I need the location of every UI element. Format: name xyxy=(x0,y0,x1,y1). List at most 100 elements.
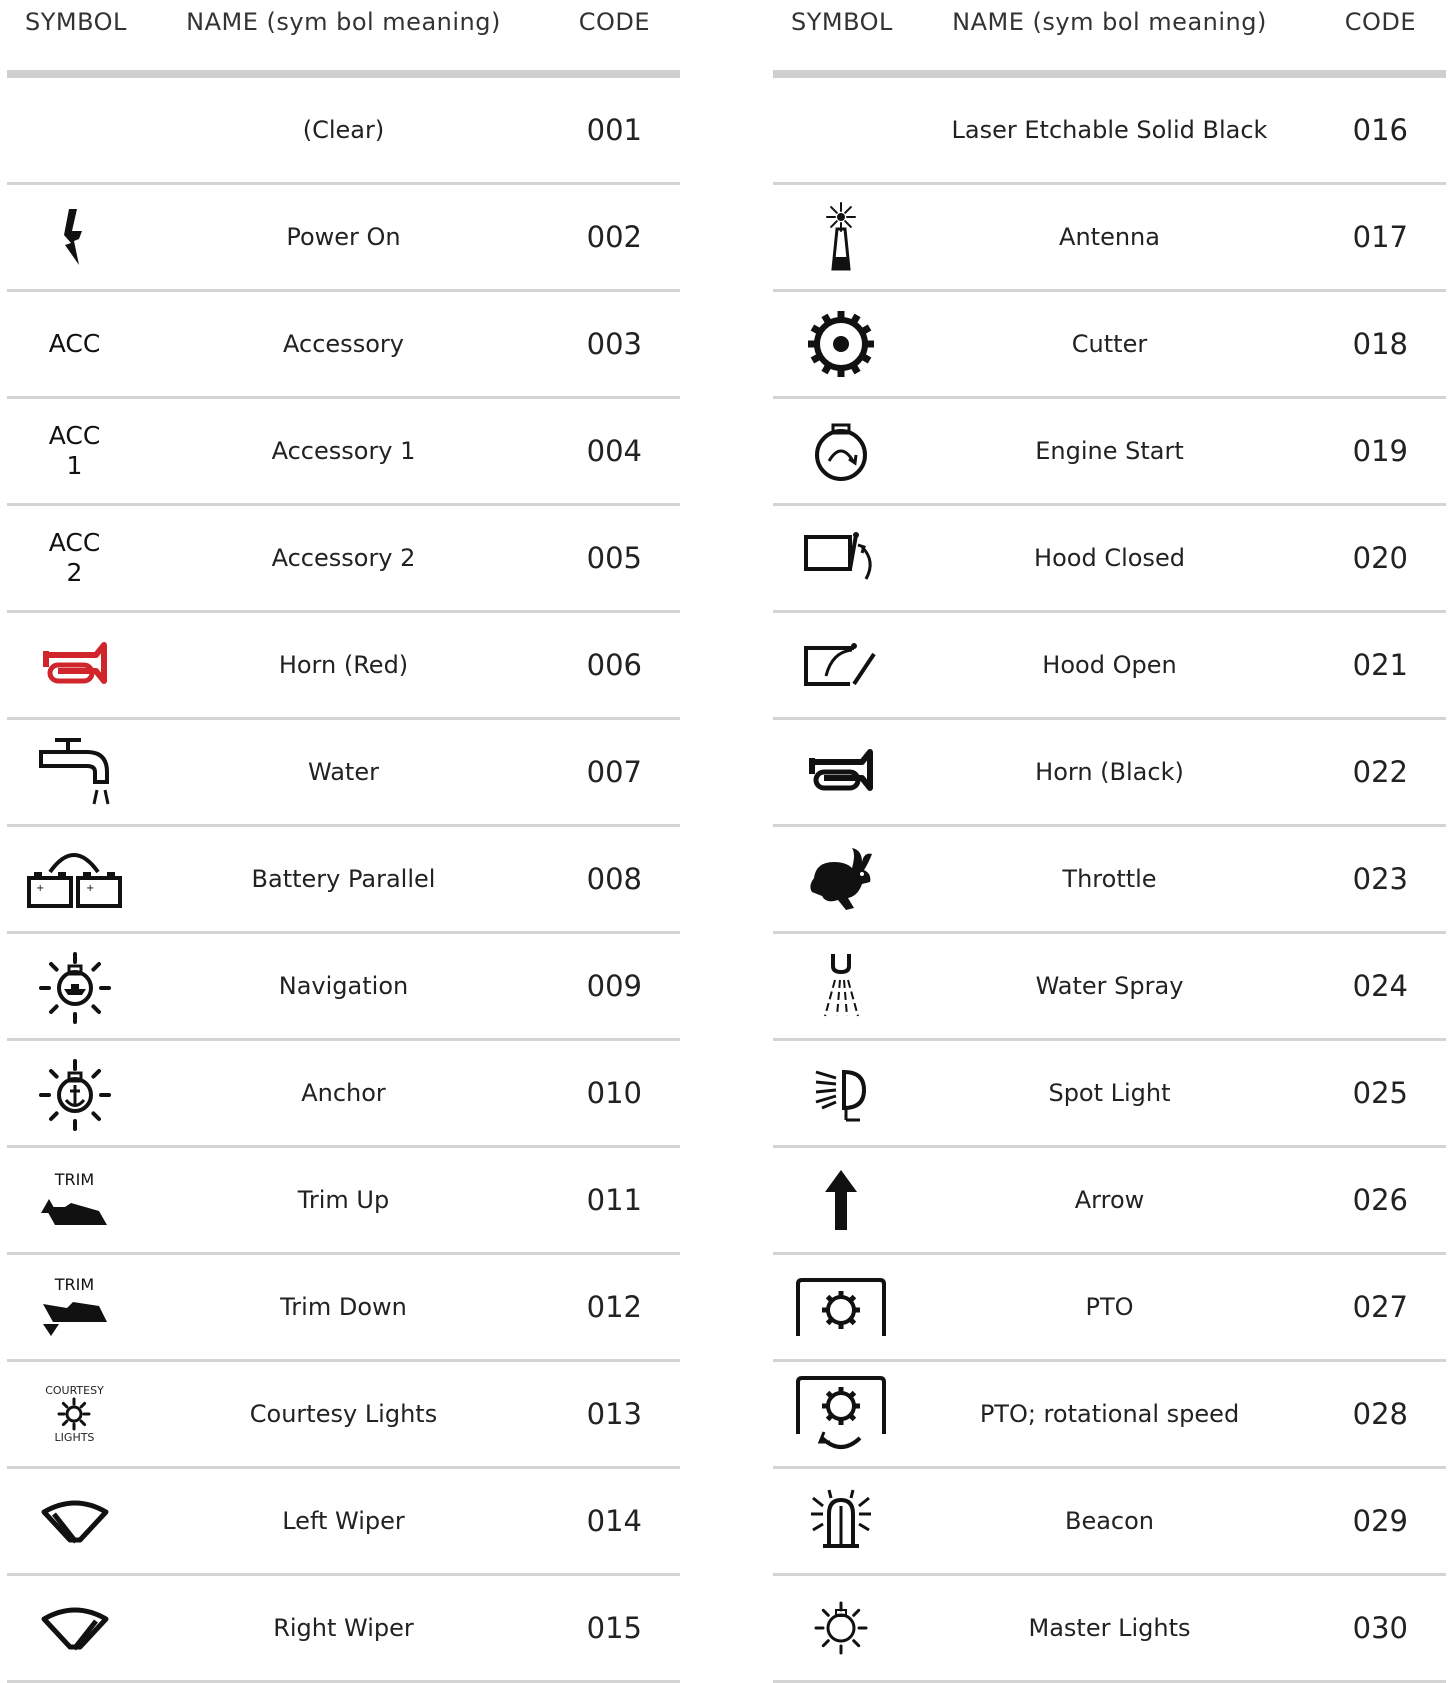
table-row: Master Lights 030 xyxy=(773,1576,1446,1683)
symbol-cell xyxy=(7,720,142,824)
table-row: Anchor 010 xyxy=(7,1041,680,1148)
table-row: Horn (Black) 022 xyxy=(773,720,1446,827)
symbol-cell xyxy=(773,934,908,1038)
symbol-code: 008 xyxy=(586,862,642,896)
table-row: Spot Light 025 xyxy=(773,1041,1446,1148)
symbol-label-sub: 1 xyxy=(66,451,83,480)
table-rows: Laser Etchable Solid Black 016 Antenna 017… xyxy=(773,78,1446,1683)
svg-text:+: + xyxy=(36,883,44,894)
symbol-cell: ACC xyxy=(7,292,142,396)
arrow-up-icon xyxy=(821,1168,861,1232)
right-wiper-icon xyxy=(40,1605,110,1651)
table-row: (Clear) 001 xyxy=(7,78,680,185)
table-header: SYMBOL NAME (sym bol meaning) CODE xyxy=(773,0,1446,70)
symbol-label-main: ACC xyxy=(48,528,101,557)
table-row: Accessory 1 ACC 1 004 xyxy=(7,399,680,506)
symbol-code: 023 xyxy=(1352,862,1408,896)
table-row: Antenna 017 xyxy=(773,185,1446,292)
symbol-cell xyxy=(7,185,142,289)
master-lights-icon xyxy=(811,1598,871,1658)
symbol-code: 004 xyxy=(586,434,642,468)
table-row: Trim Down TRIM 012 xyxy=(7,1255,680,1362)
symbol-code: 029 xyxy=(1352,1504,1408,1538)
symbol-code: 015 xyxy=(586,1611,642,1645)
symbol-code: 009 xyxy=(586,969,642,1003)
table-row: Accessory 2 ACC 2 005 xyxy=(7,506,680,613)
symbol-cell xyxy=(773,185,908,289)
symbol-code: 022 xyxy=(1352,755,1408,789)
table-header: SYMBOL NAME (sym bol meaning) CODE xyxy=(7,0,680,70)
table-rows: (Clear) 001 Power On 002 Accessory ACC 003 Acce… xyxy=(7,78,680,1683)
lights-label: LIGHTS xyxy=(54,1431,95,1444)
table-row: Power On 002 xyxy=(7,185,680,292)
symbol-cell: TRIM xyxy=(7,1148,142,1252)
symbol-cell xyxy=(773,1041,908,1145)
symbol-code: 028 xyxy=(1352,1397,1408,1431)
code-column-header: CODE xyxy=(578,8,650,36)
trim-label: TRIM xyxy=(54,1170,95,1189)
header-divider xyxy=(773,70,1446,78)
symbol-cell xyxy=(773,613,908,717)
horn-icon xyxy=(808,748,874,796)
table-row: Right Wiper 015 xyxy=(7,1576,680,1683)
symbol-code: 018 xyxy=(1352,327,1408,361)
pto-rotational-icon xyxy=(794,1374,888,1454)
symbol-code: 019 xyxy=(1352,434,1408,468)
table-row: Hood Closed 020 xyxy=(773,506,1446,613)
cutter-icon xyxy=(805,308,877,380)
symbol-code: 014 xyxy=(586,1504,642,1538)
anchor-light-icon xyxy=(37,1055,113,1131)
horn-icon xyxy=(42,641,108,689)
symbol-code: 024 xyxy=(1352,969,1408,1003)
header-divider xyxy=(7,70,680,78)
symbol-code: 017 xyxy=(1352,220,1408,254)
table-row: Battery Parallel + +008 xyxy=(7,827,680,934)
symbol-cell xyxy=(773,1148,908,1252)
symbol-cell xyxy=(773,399,908,503)
symbol-code: 027 xyxy=(1352,1290,1408,1324)
symbol-code: 010 xyxy=(586,1076,642,1110)
antenna-icon xyxy=(821,201,861,273)
symbol-cell xyxy=(773,506,908,610)
svg-text:+: + xyxy=(86,883,94,894)
table-row: Accessory ACC 003 xyxy=(7,292,680,399)
table-row: Courtesy Lights COURTESY LIGHTS 013 xyxy=(7,1362,680,1469)
symbol-code: 030 xyxy=(1352,1611,1408,1645)
symbol-code: 003 xyxy=(586,327,642,361)
spot-light-icon xyxy=(808,1062,874,1124)
symbol-cell xyxy=(773,292,908,396)
symbol-code: 001 xyxy=(586,113,642,147)
symbol-cell xyxy=(7,1576,142,1680)
symbol-cell: + + xyxy=(7,827,142,931)
trim-down-icon: TRIM xyxy=(39,1276,111,1338)
hood-closed-icon xyxy=(802,529,880,587)
symbol-code: 025 xyxy=(1352,1076,1408,1110)
table-row: Navigation 009 xyxy=(7,934,680,1041)
symbol-cell xyxy=(7,1469,142,1573)
table-row: Engine Start 019 xyxy=(773,399,1446,506)
symbol-label: ACC 2 xyxy=(49,528,101,588)
pto-icon xyxy=(794,1276,888,1338)
symbol-code: 007 xyxy=(586,755,642,789)
table-row: Horn (Red) 006 xyxy=(7,613,680,720)
symbol-code: 026 xyxy=(1352,1183,1408,1217)
table-row: Cutter 018 xyxy=(773,292,1446,399)
symbol-cell xyxy=(773,720,908,824)
faucet-icon xyxy=(37,734,113,810)
engine-start-icon xyxy=(809,419,873,483)
table-row: Arrow 026 xyxy=(773,1148,1446,1255)
table-row: Water Spray 024 xyxy=(773,934,1446,1041)
symbol-cell xyxy=(773,1469,908,1573)
table-row: Hood Open 021 xyxy=(773,613,1446,720)
table-row: PTO; rotational speed 028 xyxy=(773,1362,1446,1469)
symbol-code: 006 xyxy=(586,648,642,682)
table-row: PTO 027 xyxy=(773,1255,1446,1362)
symbol-cell xyxy=(7,934,142,1038)
symbol-cell xyxy=(773,827,908,931)
symbol-cell xyxy=(7,78,142,182)
courtesy-label: COURTESY xyxy=(45,1384,104,1397)
symbol-code: 002 xyxy=(586,220,642,254)
beacon-icon xyxy=(803,1488,879,1554)
lightning-icon xyxy=(55,205,95,269)
table-row: Throttle 023 xyxy=(773,827,1446,934)
